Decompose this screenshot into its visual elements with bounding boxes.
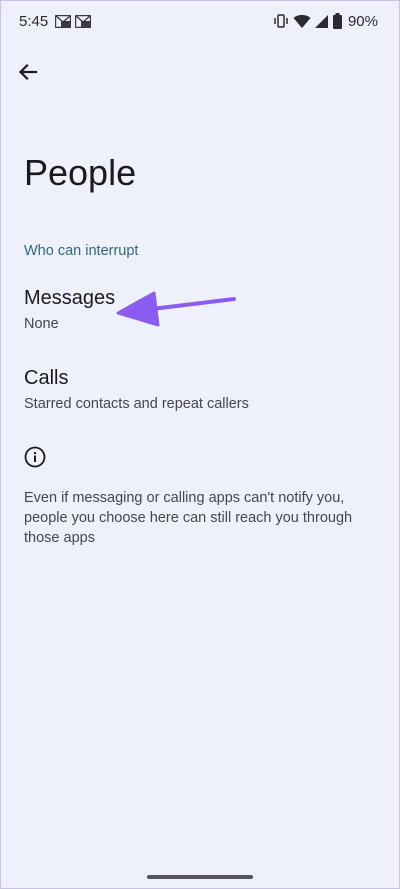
- gmail-notification-icon: [55, 15, 71, 28]
- battery-icon: [332, 13, 342, 29]
- calls-summary: Starred contacts and repeat callers: [24, 396, 249, 412]
- status-icons: 90%: [273, 12, 378, 30]
- info-icon: [24, 446, 46, 468]
- page-title: People: [24, 152, 137, 193]
- status-bar: 5:45 90%: [0, 0, 400, 40]
- home-indicator[interactable]: [147, 875, 253, 879]
- messages-title: Messages: [24, 287, 116, 309]
- calls-title: Calls: [24, 367, 69, 389]
- status-time: 5:45: [19, 13, 49, 30]
- section-header: Who can interrupt: [24, 243, 139, 259]
- back-arrow-icon[interactable]: [14, 58, 42, 86]
- screen-frame: [0, 0, 400, 889]
- annotation-arrow-icon: [116, 291, 236, 327]
- messages-summary: None: [24, 316, 59, 332]
- calls-setting[interactable]: Calls Starred contacts and repeat caller…: [0, 367, 400, 429]
- gmail-notification-icon: [75, 15, 91, 28]
- signal-icon: [314, 14, 328, 28]
- wifi-icon: [293, 14, 311, 28]
- footer-info-text: Even if messaging or calling apps can't …: [24, 490, 353, 546]
- battery-percentage: 90%: [347, 12, 378, 30]
- vibrate-icon: [274, 14, 288, 28]
